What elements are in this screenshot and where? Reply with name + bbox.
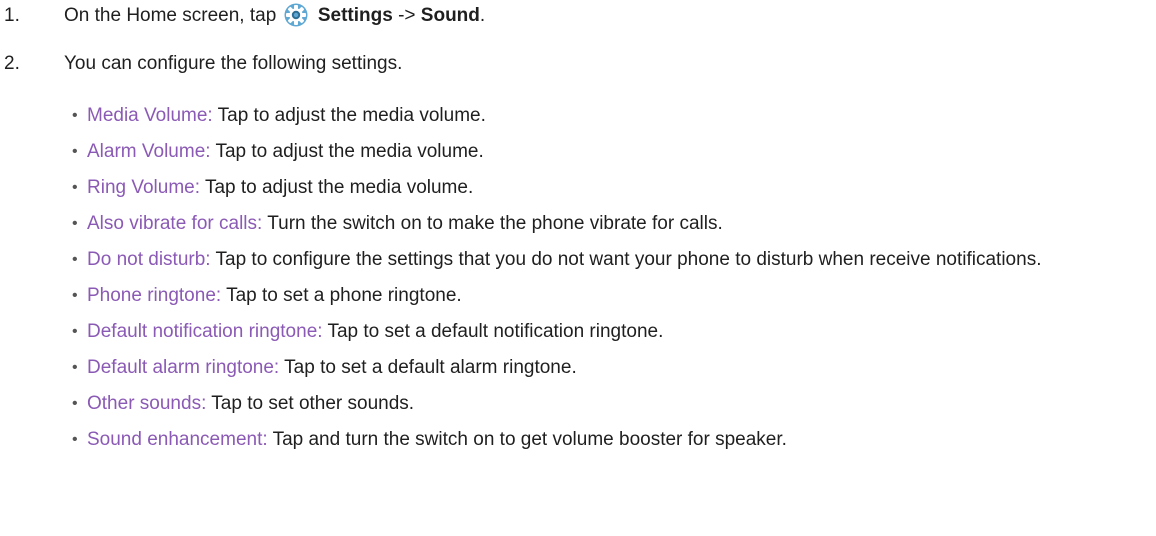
step-text: You can configure the following settings… <box>64 53 403 74</box>
step-number: 2. <box>4 53 20 74</box>
item-description: Tap to adjust the media volume. <box>217 105 486 126</box>
step-text: On the Home screen, tap Settings -> Soun… <box>64 3 485 28</box>
list-item-sound-enhancement: • Sound enhancement: Tap and turn the sw… <box>72 427 1152 452</box>
settings-list: • Media Volume: Tap to adjust the media … <box>72 103 1152 452</box>
item-description: Tap to adjust the media volume. <box>215 141 484 162</box>
bullet-icon: • <box>72 143 78 160</box>
bullet-icon: • <box>72 251 78 268</box>
item-description: Tap to set a phone ringtone. <box>226 285 462 306</box>
item-description: Tap to configure the settings that you d… <box>215 249 1042 270</box>
bullet-icon: • <box>72 431 78 448</box>
item-term: Media Volume: <box>87 105 213 126</box>
item-description: Tap to set a default alarm ringtone. <box>284 357 577 378</box>
bullet-icon: • <box>72 287 78 304</box>
item-description: Tap and turn the switch on to get volume… <box>272 429 787 450</box>
bullet-icon: • <box>72 215 78 232</box>
item-term: Alarm Volume: <box>87 141 211 162</box>
list-item-ring-volume: • Ring Volume: Tap to adjust the media v… <box>72 175 1152 200</box>
item-term: Other sounds: <box>87 393 207 414</box>
settings-label: Settings <box>317 5 393 27</box>
list-item-alarm-volume: • Alarm Volume: Tap to adjust the media … <box>72 139 1152 164</box>
list-item-default-alarm-ringtone: • Default alarm ringtone: Tap to set a d… <box>72 355 1152 380</box>
step-2: 2. You can configure the following setti… <box>4 52 402 76</box>
list-item-phone-ringtone: • Phone ringtone: Tap to set a phone rin… <box>72 283 1152 308</box>
arrow-text: -> <box>398 5 416 27</box>
list-item-vibrate-for-calls: • Also vibrate for calls: Turn the switc… <box>72 211 1152 236</box>
item-term: Sound enhancement: <box>87 429 268 450</box>
list-item-do-not-disturb: • Do not disturb: Tap to configure the s… <box>72 247 1152 272</box>
item-term: Do not disturb: <box>87 249 211 270</box>
item-description: Tap to set other sounds. <box>211 393 415 414</box>
item-description: Turn the switch on to make the phone vib… <box>267 213 723 234</box>
document-page: 1. On the Home screen, tap Settings -> S… <box>0 0 1156 536</box>
bullet-icon: • <box>72 323 78 340</box>
item-term: Phone ringtone: <box>87 285 222 306</box>
step-number: 1. <box>4 5 20 26</box>
bullet-icon: • <box>72 107 78 124</box>
list-item-default-notification-ringtone: • Default notification ringtone: Tap to … <box>72 319 1152 344</box>
bullet-icon: • <box>72 395 78 412</box>
item-description: Tap to set a default notification ringto… <box>327 321 664 342</box>
item-term: Default alarm ringtone: <box>87 357 280 378</box>
step-1: 1. On the Home screen, tap Settings -> S… <box>4 3 485 28</box>
settings-gear-icon <box>284 3 308 27</box>
list-item-media-volume: • Media Volume: Tap to adjust the media … <box>72 103 1152 128</box>
item-term: Also vibrate for calls: <box>87 213 263 234</box>
item-term: Default notification ringtone: <box>87 321 323 342</box>
item-term: Ring Volume: <box>87 177 201 198</box>
list-item-other-sounds: • Other sounds: Tap to set other sounds. <box>72 391 1152 416</box>
sound-label: Sound <box>420 5 480 27</box>
bullet-icon: • <box>72 179 78 196</box>
bullet-icon: • <box>72 359 78 376</box>
item-description: Tap to adjust the media volume. <box>204 177 474 198</box>
